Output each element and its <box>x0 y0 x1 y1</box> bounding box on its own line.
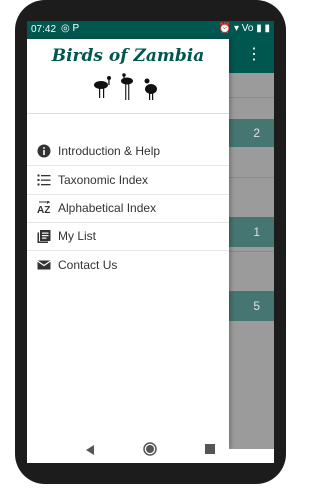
menu-item-introduction[interactable]: Introduction & Help <box>27 137 229 166</box>
list-row-count: 2 <box>253 126 260 140</box>
sort-az-icon: AZ <box>37 201 51 215</box>
menu-item-alphabetical-index[interactable]: AZ Alphabetical Index <box>27 194 229 223</box>
menu-item-label: My List <box>58 229 97 243</box>
menu-item-label: Alphabetical Index <box>58 201 157 215</box>
svg-text:AZ: AZ <box>37 205 50 215</box>
app-logo-title: Birds of Zambia <box>51 46 205 66</box>
recent-apps-icon[interactable] <box>205 444 215 454</box>
book-icon <box>37 230 51 243</box>
system-nav-bar <box>27 442 274 463</box>
status-notification-icons: ◎ P <box>61 23 80 34</box>
status-time: 07:42 <box>31 24 57 35</box>
menu-item-taxonomic-index[interactable]: Taxonomic Index <box>27 166 229 195</box>
menu-item-contact-us[interactable]: Contact Us <box>27 251 229 279</box>
navigation-drawer: Birds of Zambia Introduction & Help Taxo… <box>27 39 229 449</box>
menu-item-label: Introduction & Help <box>58 144 161 158</box>
overflow-menu-icon[interactable]: ⋮ <box>246 47 262 63</box>
drawer-header: Birds of Zambia <box>27 39 229 114</box>
menu-item-label: Taxonomic Index <box>58 173 149 187</box>
bird-silhouettes-logo <box>94 73 157 100</box>
mail-icon <box>37 260 51 270</box>
screen: 07:42 ◎ P ⏰ ▾ Vo ▮ ▮ ⋮ 2 1 5 Birds of Za… <box>27 21 274 463</box>
home-icon[interactable] <box>143 442 157 456</box>
menu-item-my-list[interactable]: My List <box>27 222 229 251</box>
list-row-count: 5 <box>253 299 260 313</box>
menu-item-label: Contact Us <box>58 258 118 272</box>
list-row-count: 1 <box>253 225 260 239</box>
back-icon[interactable] <box>85 444 95 456</box>
status-system-icons: ⏰ ▾ Vo ▮ ▮ <box>218 23 270 34</box>
info-icon <box>37 144 51 158</box>
status-bar: 07:42 ◎ P ⏰ ▾ Vo ▮ ▮ <box>27 21 274 39</box>
list-numbered-icon <box>37 174 51 186</box>
